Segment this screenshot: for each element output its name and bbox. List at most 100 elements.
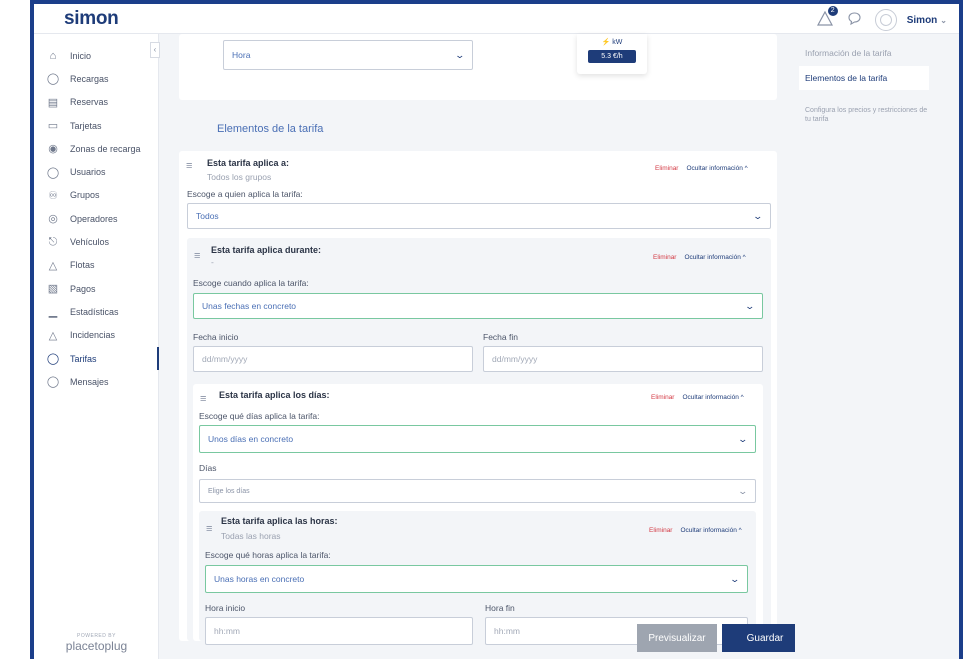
chat-icon: ◯ [46, 376, 60, 389]
days-select[interactable]: Unos días en concreto ⌄ [199, 425, 756, 453]
chevron-down-icon: ⌄ [737, 433, 749, 444]
right-panel: Información de la tarifa Elementos de la… [795, 34, 959, 659]
groups-select[interactable]: Todos ⌄ [187, 203, 771, 229]
days-block: ≡ Esta tarifa aplica los días: Eliminar … [193, 384, 763, 645]
notifications-badge: 2 [827, 6, 838, 16]
sidebar-item-tarjetas[interactable]: ▭ Tarjetas [34, 114, 158, 137]
delete-link[interactable]: Eliminar [651, 394, 674, 401]
tariff-elements-description: Configura los precios y restricciones de… [805, 107, 928, 124]
dates-block-subtitle: - [211, 257, 214, 267]
groups-block: ≡ Esta tarifa aplica a: Todos los grupos… [179, 151, 777, 645]
powered-by: POWERED BY placetoplug [34, 633, 159, 653]
chevron-down-icon: ⌄ [737, 485, 749, 496]
main-content: Hora ⌄ ⚡ kW 5.3 €/h Elementos de la tari… [159, 34, 808, 659]
days-multiselect[interactable]: Elige los días ⌄ [199, 479, 756, 503]
delete-link[interactable]: Eliminar [649, 527, 672, 534]
hide-info-link[interactable]: Ocultar información ^ [684, 254, 745, 261]
tariff-elements-link[interactable]: Elementos de la tarifa [799, 66, 929, 90]
price-badge: 5.3 €/h [588, 50, 636, 63]
start-hour-field[interactable]: hh:mm [205, 617, 473, 645]
sidebar-item-pagos[interactable]: ▧ Pagos [34, 277, 158, 300]
location-icon: ◉ [48, 143, 58, 156]
days-block-actions: Eliminar Ocultar información ^ [651, 394, 744, 401]
hours-block-actions: Eliminar Ocultar información ^ [649, 527, 742, 534]
sidebar-item-vehiculos[interactable]: ⎋ Vehículos [34, 230, 158, 253]
hours-select-value: Unas horas en concreto [214, 574, 305, 584]
start-hour-label: Hora inicio [205, 603, 246, 613]
chevron-down-icon: ⌄ [454, 49, 466, 60]
end-date-label: Fecha fin [483, 332, 518, 342]
groups-select-value: Todos [196, 211, 219, 221]
end-hour-label: Hora fin [485, 603, 515, 613]
charge-icon: ◯ [46, 73, 60, 86]
sidebar-item-inicio[interactable]: ⌂ Inicio [34, 44, 158, 67]
notifications-button[interactable]: 2 [815, 6, 838, 30]
sidebar-item-usuarios[interactable]: ◯ Usuarios [34, 160, 158, 183]
tariff-info-link[interactable]: Información de la tarifa [795, 34, 959, 58]
hours-select[interactable]: Unas horas en concreto ⌄ [205, 565, 748, 593]
card-icon: ▭ [47, 120, 59, 133]
dates-block-title: Esta tarifa aplica durante: [211, 245, 322, 255]
end-date-field[interactable]: dd/mm/yyyy [483, 346, 763, 372]
drag-handle-icon[interactable]: ≡ [200, 393, 206, 405]
home-icon: ⌂ [49, 49, 57, 62]
dates-select[interactable]: Unas fechas en concreto ⌄ [193, 293, 763, 319]
sidebar-item-estadisticas[interactable]: ▁ Estadísticas [34, 300, 158, 323]
sidebar-item-recargas[interactable]: ◯ Recargas [34, 67, 158, 90]
sidebar-nav: ⌂ Inicio ◯ Recargas ▤ Reservas ▭ Tarjetas ◉ Z… [34, 34, 159, 393]
fleet-icon: △ [48, 259, 58, 272]
groups-block-actions: Eliminar Ocultar información ^ [655, 165, 748, 172]
drag-handle-icon[interactable]: ≡ [186, 160, 192, 172]
delete-link[interactable]: Eliminar [653, 254, 676, 261]
sidebar-item-reservas[interactable]: ▤ Reservas [34, 91, 158, 114]
user-icon: ◯ [46, 166, 60, 179]
delete-link[interactable]: Eliminar [655, 165, 678, 172]
sidebar-item-label: Grupos [70, 190, 100, 201]
stats-icon: ▁ [48, 306, 58, 319]
days-block-title: Esta tarifa aplica los días: [219, 390, 330, 400]
app-window: simon 2 Simon ⌄ ‹ ⌂ Inicio ◯ Recargas ▤ … [30, 0, 963, 659]
drag-handle-icon[interactable]: ≡ [194, 250, 200, 262]
sidebar-item-incidencias[interactable]: △ Incidencias [34, 324, 158, 347]
hide-info-link[interactable]: Ocultar información ^ [686, 165, 747, 172]
avatar[interactable] [874, 9, 897, 31]
days-select-value: Unos días en concreto [208, 434, 294, 444]
placetoplug-logo: placetoplug [65, 639, 128, 653]
sidebar-item-operadores[interactable]: ◎ Operadores [34, 207, 158, 230]
user-menu[interactable]: Simon ⌄ [907, 15, 947, 26]
chevron-down-icon: ⌄ [752, 210, 764, 221]
end-hour-placeholder: hh:mm [494, 626, 520, 636]
sidebar-item-label: Mensajes [70, 376, 109, 387]
days-select-label: Escoge qué días aplica la tarifa: [199, 411, 320, 421]
preview-button[interactable]: Previsualizar [637, 624, 717, 652]
sidebar-item-grupos[interactable]: ♾ Grupos [34, 184, 158, 207]
top-bar-actions: 2 Simon ⌄ [815, 6, 947, 31]
dates-block-actions: Eliminar Ocultar información ^ [653, 254, 746, 261]
sidebar-item-mensajes[interactable]: ◯ Mensajes [34, 370, 158, 393]
top-bar: simon 2 Simon ⌄ [34, 0, 959, 34]
start-date-field[interactable]: dd/mm/yyyy [193, 346, 473, 372]
price-preview-card: ⚡ kW 5.3 €/h [577, 34, 647, 74]
sidebar-item-flotas[interactable]: △ Flotas [34, 254, 158, 277]
groups-block-title: Esta tarifa aplica a: [207, 158, 290, 168]
sidebar-item-label: Usuarios [70, 167, 106, 178]
operator-icon: ◎ [48, 213, 58, 226]
groups-block-subtitle: Todos los grupos [207, 172, 272, 182]
hide-info-link[interactable]: Ocultar información ^ [680, 527, 741, 534]
section-title: Elementos de la tarifa [217, 123, 324, 135]
drag-handle-icon[interactable]: ≡ [206, 523, 212, 535]
tariff-summary-card: Hora ⌄ ⚡ kW 5.3 €/h [179, 34, 777, 100]
alert-icon: △ [48, 329, 58, 342]
period-select-value: Hora [232, 50, 251, 60]
calendar-icon: ▤ [47, 96, 59, 109]
messages-button[interactable] [845, 10, 865, 30]
sidebar-item-zonas[interactable]: ◉ Zonas de recarga [34, 137, 158, 160]
end-date-placeholder: dd/mm/yyyy [492, 354, 538, 364]
period-select[interactable]: Hora ⌄ [223, 40, 473, 70]
days-label: Días [199, 463, 217, 473]
hide-info-link[interactable]: Ocultar información ^ [682, 394, 743, 401]
app-logo[interactable]: simon [64, 8, 119, 30]
days-placeholder: Elige los días [208, 487, 250, 495]
sidebar-item-tarifas[interactable]: ◯ Tarifas [34, 346, 159, 371]
start-hour-placeholder: hh:mm [214, 626, 240, 636]
